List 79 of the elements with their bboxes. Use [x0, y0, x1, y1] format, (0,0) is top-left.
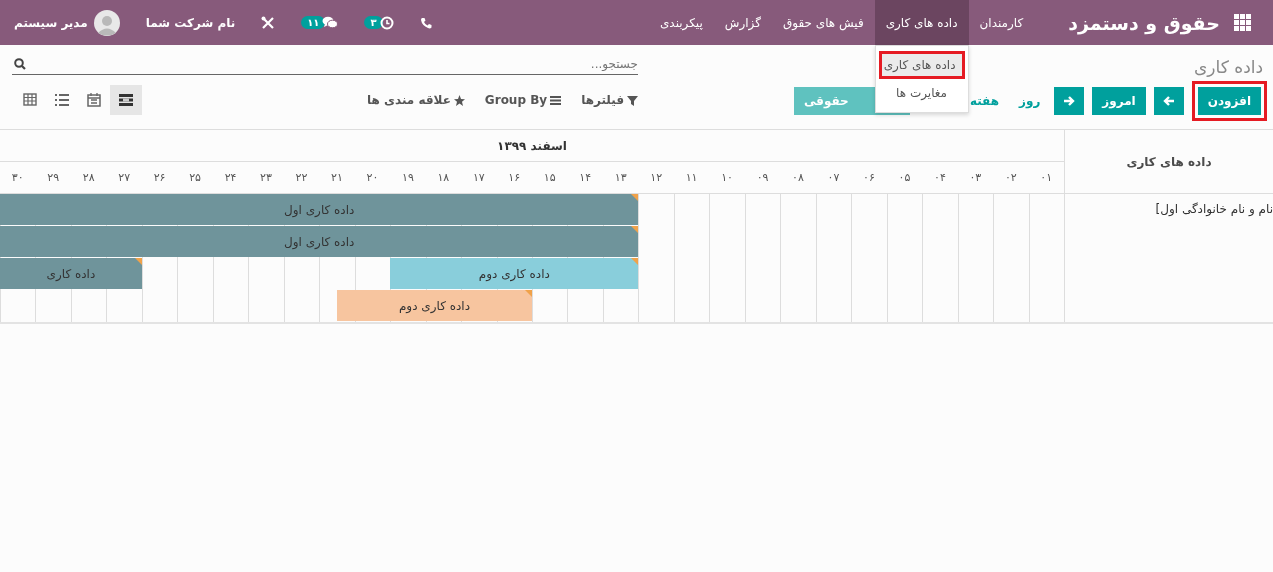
- menu-item[interactable]: پیکربندی: [648, 0, 714, 45]
- menu-item[interactable]: فیش های حقوق: [771, 0, 875, 45]
- day-header: ۰۴: [932, 170, 947, 186]
- previous-button[interactable]: [1054, 87, 1085, 115]
- gantt-bar[interactable]: داده کاری اول: [0, 226, 639, 257]
- day-header: ۳۰: [10, 170, 25, 186]
- star-icon: [453, 94, 465, 106]
- avatar-icon: [93, 9, 120, 36]
- day-header: ۲۶: [152, 170, 167, 186]
- user-menu[interactable]: مدیر سیستم: [14, 9, 120, 36]
- day-header: ۲۱: [330, 170, 344, 186]
- menu-item[interactable]: کارمندان: [968, 0, 1035, 45]
- today-button[interactable]: امروز: [1092, 87, 1146, 115]
- tools-icon[interactable]: [261, 15, 276, 30]
- gantt-bar[interactable]: داده کاری اول: [0, 194, 639, 225]
- notification-badge: ۳: [364, 16, 383, 29]
- day-header: ۲۲: [294, 170, 309, 186]
- day-header: ۱۸: [436, 170, 451, 186]
- day-header: ۲۸: [81, 170, 96, 186]
- day-header: ۱۳: [613, 170, 628, 186]
- day-header: ۰۲: [1003, 170, 1018, 186]
- notification-badge: ۱۱: [301, 16, 326, 29]
- group-by-button[interactable]: Group By: [484, 93, 562, 107]
- day-header: ۲۹: [46, 170, 61, 186]
- day-header: ۰۷: [826, 170, 841, 186]
- day-header: ۰۶: [862, 170, 876, 186]
- day-header: ۱۰: [720, 170, 734, 186]
- corner-marker-icon: [631, 194, 639, 201]
- view-switch-button[interactable]: [110, 85, 142, 115]
- gantt-icon: [119, 93, 133, 107]
- scale-link[interactable]: روز: [1013, 94, 1047, 108]
- favorites-button[interactable]: علاقه مندی ها: [366, 93, 465, 107]
- day-header: ۱۶: [507, 170, 522, 186]
- day-header: ۲۷: [117, 170, 132, 186]
- search-icon: [14, 58, 26, 70]
- day-header: ۰۹: [755, 170, 770, 186]
- day-header: ۰۱: [1039, 170, 1054, 186]
- gantt-bar[interactable]: داده کاری دوم: [336, 290, 532, 321]
- corner-marker-icon: [631, 258, 639, 265]
- chat-icon[interactable]: [322, 16, 339, 29]
- row-label: نام و نام خانوادگی اول]: [1154, 201, 1273, 218]
- dropdown-item[interactable]: داده های کاری: [879, 52, 964, 78]
- day-header: ۱۱: [684, 170, 699, 186]
- company-switcher[interactable]: نام شرکت شما: [145, 15, 236, 30]
- corner-marker-icon: [631, 226, 639, 233]
- day-header: ۲۴: [223, 170, 238, 186]
- menu-item[interactable]: گزارش: [713, 0, 772, 45]
- day-header: ۱۵: [542, 170, 557, 186]
- day-header: ۲۵: [188, 170, 202, 186]
- corner-marker-icon: [134, 258, 142, 265]
- bars-icon: [550, 94, 562, 106]
- gantt-bar[interactable]: داده کاری دوم: [390, 258, 639, 289]
- corner-marker-icon: [525, 290, 532, 297]
- filter-icon: [627, 94, 638, 106]
- apps-menu-icon[interactable]: [1234, 14, 1251, 31]
- day-header: ۰۳: [968, 170, 983, 186]
- day-header: ۱۹: [400, 170, 415, 186]
- table-icon: [23, 93, 37, 107]
- phone-icon[interactable]: [419, 16, 432, 29]
- day-header: ۰۵: [897, 170, 912, 186]
- period-header: اسفند ۱۳۹۹: [0, 130, 1064, 162]
- filters-button[interactable]: فیلترها: [581, 93, 638, 107]
- column-header: داده های کاری: [1065, 130, 1273, 194]
- search-field[interactable]: جستجو...: [12, 53, 638, 75]
- breadcrumb: داده کاری: [1194, 57, 1263, 79]
- clock-icon[interactable]: [379, 15, 394, 30]
- list-icon: [55, 93, 69, 107]
- arrow-left-icon: [1162, 95, 1175, 107]
- app-title: حقوق و دستمزد: [1068, 11, 1220, 34]
- day-header: ۰۸: [791, 170, 805, 186]
- day-header: ۲۰: [365, 170, 380, 186]
- day-header: ۱۷: [471, 170, 486, 186]
- day-header: ۱۲: [649, 170, 664, 186]
- gantt-bar[interactable]: داده کاری: [0, 258, 142, 289]
- next-button[interactable]: [1153, 87, 1184, 115]
- calendar-icon: [87, 93, 101, 107]
- day-header: ۲۳: [259, 170, 273, 186]
- day-header: ۱۴: [578, 170, 593, 186]
- arrow-right-icon: [1063, 95, 1076, 107]
